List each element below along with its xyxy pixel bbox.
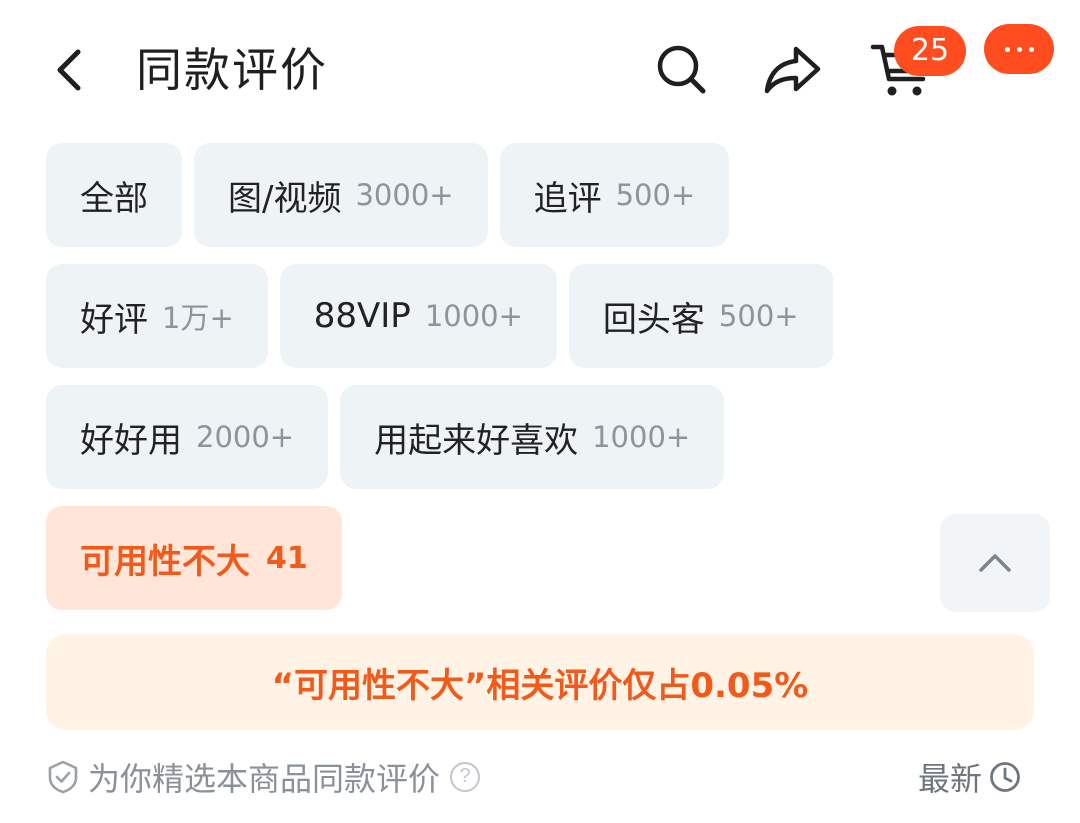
filter-chip-88vip[interactable]: 88VIP 1000+: [279, 264, 557, 368]
more-icon-dot: [1016, 46, 1022, 52]
curated-reviews-note: 为你精选本商品同款评价 ?: [46, 752, 481, 802]
filter-chip-label: 回头客: [602, 299, 705, 340]
filter-chip-count: 3000+: [355, 178, 454, 212]
sort-label: 最新: [918, 760, 983, 798]
filter-chip-label: 好评: [80, 299, 148, 340]
filter-chip-label: 全部: [80, 178, 148, 219]
more-button[interactable]: [984, 24, 1054, 74]
filter-chip-label: 图/视频: [228, 178, 342, 219]
filter-chip-follow-up[interactable]: 追评 500+: [499, 143, 730, 247]
cart-count-badge: 25: [894, 26, 966, 76]
filter-chip-label: 追评: [533, 178, 602, 219]
filter-chip-count: 500+: [615, 178, 696, 212]
filter-chip-count: 1000+: [424, 299, 523, 333]
filter-chip-media[interactable]: 图/视频 3000+: [194, 143, 488, 247]
filter-chip-easy-use[interactable]: 好好用 2000+: [46, 385, 329, 489]
filter-chip-label: 可用性不大: [80, 541, 250, 582]
review-ratio-notice: “可用性不大”相关评价仅占0.05%: [46, 634, 1034, 730]
search-icon: [657, 45, 706, 94]
more-icon-dot: [1028, 46, 1034, 52]
filter-chip-count: 2000+: [196, 420, 295, 454]
back-button[interactable]: [40, 40, 100, 100]
notice-text: “可用性不大”相关评价仅占0.05%: [271, 665, 809, 706]
page-title: 同款评价: [136, 43, 328, 97]
search-button[interactable]: [648, 36, 714, 102]
more-icon: [1004, 46, 1010, 52]
filter-chip-returning[interactable]: 回头客 500+: [568, 264, 833, 368]
filter-chip-count: 500+: [718, 299, 799, 333]
filter-chip-label: 好好用: [80, 420, 182, 461]
filter-row: 全部 图/视频 3000+ 追评 500+: [46, 143, 730, 247]
share-icon: [764, 46, 821, 94]
filter-chip-count: 41: [266, 540, 308, 576]
filter-chip-positive[interactable]: 好评 1万+: [46, 264, 268, 368]
sort-latest-button[interactable]: 最新: [918, 752, 1022, 802]
filter-chip-love-using[interactable]: 用起来好喜欢 1000+: [340, 385, 725, 489]
filter-chip-label: 88VIP: [313, 296, 411, 336]
filter-chip-count: 1000+: [592, 420, 691, 454]
filter-row: 好好用 2000+ 用起来好喜欢 1000+: [46, 385, 725, 489]
filter-chip-not-useful-active[interactable]: 可用性不大 41: [46, 506, 342, 610]
share-button[interactable]: [760, 36, 826, 102]
filter-chip-all[interactable]: 全部: [46, 143, 182, 247]
filter-chip-label: 用起来好喜欢: [374, 420, 579, 461]
shield-check-icon: [48, 760, 78, 794]
help-icon[interactable]: ?: [450, 762, 481, 792]
curated-reviews-text: 为你精选本商品同款评价: [88, 760, 441, 798]
filter-chip-count: 1万+: [162, 301, 234, 335]
top-bar: 同款评价 25: [0, 0, 1080, 140]
collapse-filters-button[interactable]: [940, 514, 1050, 612]
chevron-up-icon: [979, 554, 1011, 572]
chevron-left-icon: [57, 49, 81, 91]
filter-row: 好评 1万+ 88VIP 1000+ 回头客 500+: [46, 264, 833, 368]
clock-icon: [990, 762, 1020, 792]
